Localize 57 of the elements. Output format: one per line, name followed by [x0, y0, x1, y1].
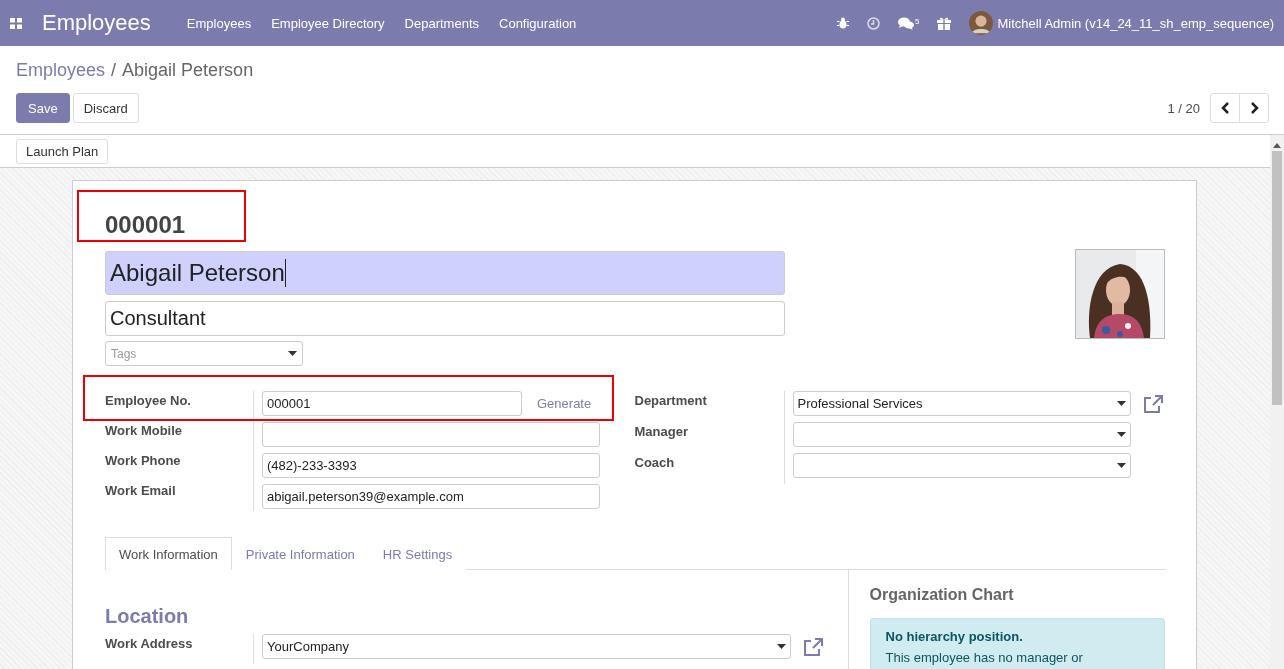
generate-link[interactable]: Generate [537, 396, 592, 411]
menu-item[interactable]: Configuration [499, 15, 577, 31]
employee-number: 000001 [105, 211, 187, 239]
breadcrumb-separator: / [111, 59, 117, 81]
field-label: Manager [634, 423, 689, 441]
discard-button[interactable]: Discard [72, 93, 139, 123]
apps-menu-icon[interactable] [10, 17, 22, 29]
clock-icon[interactable] [867, 16, 880, 30]
tags-field[interactable]: Tags [105, 341, 303, 366]
input-field[interactable] [262, 422, 600, 447]
chat-icon[interactable] [898, 16, 914, 30]
section-title: Organization Chart [869, 586, 1015, 604]
save-button[interactable]: Save [16, 93, 70, 123]
caret-icon [1116, 401, 1126, 406]
breadcrumb-current: Abigail Peterson [122, 59, 254, 81]
select-field[interactable] [792, 453, 1131, 478]
field-label: Coach [634, 454, 676, 472]
user-avatar[interactable] [969, 11, 994, 35]
section-title: Location [105, 605, 190, 628]
job-title-field[interactable]: Consultant [105, 301, 785, 336]
previous-icon[interactable] [1220, 102, 1230, 114]
select-field[interactable] [792, 422, 1131, 447]
message-count: 5 [915, 16, 920, 26]
caret-icon [288, 351, 297, 356]
user-name[interactable]: Mitchell Admin (v14_24_11_sh_emp_sequence) [997, 15, 1274, 31]
field-label: Department [634, 392, 708, 410]
caret-icon [1116, 432, 1126, 437]
select-field[interactable]: Professional Services [792, 391, 1131, 416]
scroll-up-icon[interactable] [1273, 143, 1281, 148]
next-icon[interactable] [1249, 102, 1259, 114]
input-field[interactable]: abigail.peterson39@example.com [262, 484, 600, 509]
caret-icon [1116, 463, 1126, 468]
external-link-icon[interactable] [1142, 394, 1163, 413]
field-label: Employee No. [105, 392, 192, 410]
input-field[interactable]: 000001 [262, 391, 522, 416]
alert-title: No hierarchy position. [885, 629, 1024, 644]
menu-item[interactable]: Employee Directory [271, 15, 385, 31]
tab[interactable]: Work Information [105, 537, 232, 570]
launch-plan-button[interactable]: Launch Plan [16, 138, 109, 164]
field-label: Work Address [105, 635, 194, 653]
input-field[interactable]: (482)-233-3393 [262, 453, 600, 478]
field-label: Work Phone [105, 452, 182, 470]
breadcrumb-link[interactable]: Employees [16, 59, 106, 81]
pager-counter: 1 / 20 [1167, 100, 1200, 116]
gift-icon[interactable] [937, 16, 952, 30]
app-title[interactable]: Employees [42, 10, 151, 36]
employee-name-field[interactable]: Abigail Peterson [105, 251, 785, 295]
caret-icon [777, 644, 786, 649]
scrollbar[interactable] [1270, 135, 1284, 669]
menu-item[interactable]: Departments [404, 15, 479, 31]
field-label: Work Mobile [105, 422, 184, 440]
external-link-icon[interactable] [803, 637, 823, 656]
menu-item[interactable]: Employees [186, 15, 252, 31]
alert-text: This employee has no manager or [885, 650, 1083, 665]
field-label: Work Email [105, 482, 177, 500]
select-field[interactable]: YourCompany [262, 634, 791, 659]
bug-icon[interactable] [837, 17, 849, 29]
